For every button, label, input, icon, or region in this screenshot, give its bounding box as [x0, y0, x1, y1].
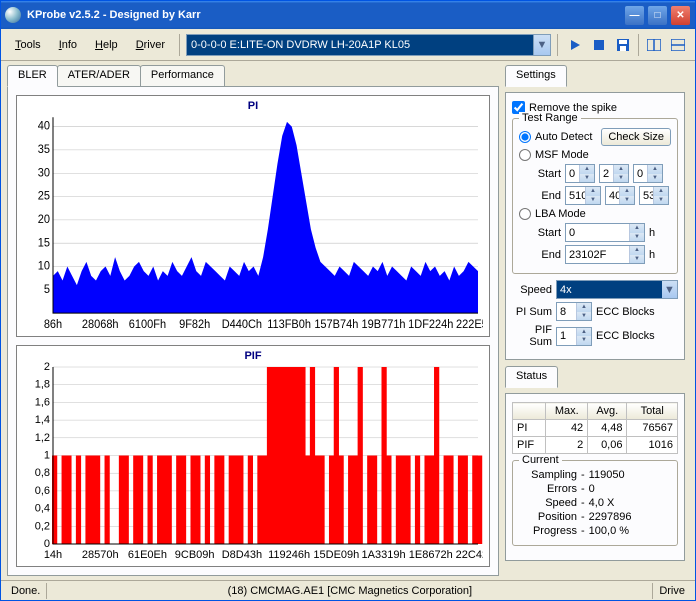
- chevron-down-icon[interactable]: ▼: [662, 281, 677, 298]
- play-button[interactable]: [564, 34, 586, 56]
- svg-text:0,6: 0,6: [35, 485, 50, 497]
- svg-text:1,8: 1,8: [35, 379, 50, 391]
- tab-status[interactable]: Status: [505, 366, 558, 388]
- svg-text:113FB0h: 113FB0h: [267, 319, 311, 331]
- status-mid: (18) CMCMAG.AE1 [CMC Magnetics Corporati…: [47, 585, 652, 597]
- status-right: Drive: [653, 585, 691, 597]
- status-panel: Max.Avg.Total PI424,4876567 PIF20,061016…: [505, 393, 685, 561]
- spinner[interactable]: ▲▼: [579, 165, 594, 182]
- chevron-down-icon[interactable]: ▼: [533, 35, 550, 55]
- test-range-legend: Test Range: [519, 112, 581, 124]
- status-bar: Done. (18) CMCMAG.AE1 [CMC Magnetics Cor…: [1, 580, 695, 600]
- minimize-button[interactable]: —: [624, 5, 645, 26]
- svg-text:10: 10: [38, 260, 50, 272]
- lba-mode-radio[interactable]: [519, 208, 531, 220]
- menu-tools[interactable]: Tools: [7, 35, 49, 55]
- svg-text:1A3319h: 1A3319h: [362, 549, 406, 561]
- svg-text:9F82h: 9F82h: [179, 319, 210, 331]
- speed-selector[interactable]: 4x▼: [556, 280, 678, 299]
- svg-text:0,2: 0,2: [35, 520, 50, 532]
- pi-chart: PI 5 10 15 20 25 30 35 40 86h 28068h 6100Fh 9F82h D4…: [16, 95, 490, 337]
- menu-info[interactable]: Info: [51, 35, 85, 55]
- stop-button[interactable]: [588, 34, 610, 56]
- svg-text:222E56h: 222E56h: [456, 319, 483, 331]
- svg-text:86h: 86h: [44, 319, 62, 331]
- check-size-button[interactable]: Check Size: [601, 128, 671, 146]
- svg-text:1,6: 1,6: [35, 396, 50, 408]
- menu-driver[interactable]: Driver: [128, 35, 173, 55]
- svg-text:40: 40: [38, 121, 50, 133]
- drive-selector[interactable]: 0-0-0-0 E:LITE-ON DVDRW LH-20A1P KL05 ▼: [186, 34, 551, 56]
- tab-bler[interactable]: BLER: [7, 65, 58, 87]
- svg-text:1DF224h: 1DF224h: [408, 319, 453, 331]
- svg-text:14h: 14h: [44, 549, 62, 561]
- window-title: KProbe v2.5.2 - Designed by Karr: [27, 9, 624, 21]
- menu-help[interactable]: Help: [87, 35, 126, 55]
- save-button[interactable]: [612, 34, 634, 56]
- svg-text:1E8672h: 1E8672h: [409, 549, 453, 561]
- svg-text:15DE09h: 15DE09h: [313, 549, 359, 561]
- drive-value: 0-0-0-0 E:LITE-ON DVDRW LH-20A1P KL05: [191, 39, 410, 51]
- svg-text:25: 25: [38, 190, 50, 202]
- svg-text:15: 15: [38, 237, 50, 249]
- toolbar: Tools Info Help Driver 0-0-0-0 E:LITE-ON…: [1, 29, 695, 61]
- svg-text:119246h: 119246h: [268, 549, 310, 561]
- svg-text:D8D43h: D8D43h: [222, 549, 262, 561]
- svg-text:22C428h: 22C428h: [456, 549, 483, 561]
- pif-chart-title: PIF: [23, 350, 483, 362]
- pif-chart: PIF 00,20,40,60,811,21,41,61,8214h28570h…: [16, 345, 490, 567]
- svg-text:20: 20: [38, 214, 50, 226]
- layout1-button[interactable]: [643, 34, 665, 56]
- titlebar: KProbe v2.5.2 - Designed by Karr — □ ✕: [1, 1, 695, 29]
- tab-ater[interactable]: ATER/ADER: [57, 65, 141, 86]
- stats-table: Max.Avg.Total PI424,4876567 PIF20,061016: [512, 402, 678, 454]
- svg-text:19B771h: 19B771h: [362, 319, 406, 331]
- svg-text:1,2: 1,2: [35, 432, 50, 444]
- svg-text:2: 2: [44, 362, 50, 373]
- maximize-button[interactable]: □: [647, 5, 668, 26]
- settings-panel: Remove the spike Test Range Auto Detect …: [505, 92, 685, 360]
- tab-performance[interactable]: Performance: [140, 65, 225, 86]
- svg-text:28570h: 28570h: [82, 549, 119, 561]
- svg-text:157B74h: 157B74h: [314, 319, 358, 331]
- svg-text:35: 35: [38, 144, 50, 156]
- app-icon: [5, 7, 21, 23]
- auto-detect-radio[interactable]: [519, 131, 531, 143]
- close-button[interactable]: ✕: [670, 5, 691, 26]
- svg-text:0,8: 0,8: [35, 467, 50, 479]
- svg-text:28068h: 28068h: [82, 319, 119, 331]
- msf-mode-radio[interactable]: [519, 149, 531, 161]
- svg-text:5: 5: [44, 284, 50, 296]
- svg-text:6100Fh: 6100Fh: [129, 319, 166, 331]
- tab-settings[interactable]: Settings: [505, 65, 567, 87]
- svg-text:D440Ch: D440Ch: [222, 319, 262, 331]
- svg-text:61E0Eh: 61E0Eh: [128, 549, 167, 561]
- svg-text:1,4: 1,4: [35, 414, 50, 426]
- svg-text:9CB09h: 9CB09h: [175, 549, 215, 561]
- pi-chart-title: PI: [23, 100, 483, 112]
- status-left: Done.: [5, 585, 46, 597]
- svg-text:30: 30: [38, 167, 50, 179]
- svg-text:1: 1: [44, 450, 50, 462]
- svg-text:0,4: 0,4: [35, 503, 50, 515]
- layout2-button[interactable]: [667, 34, 689, 56]
